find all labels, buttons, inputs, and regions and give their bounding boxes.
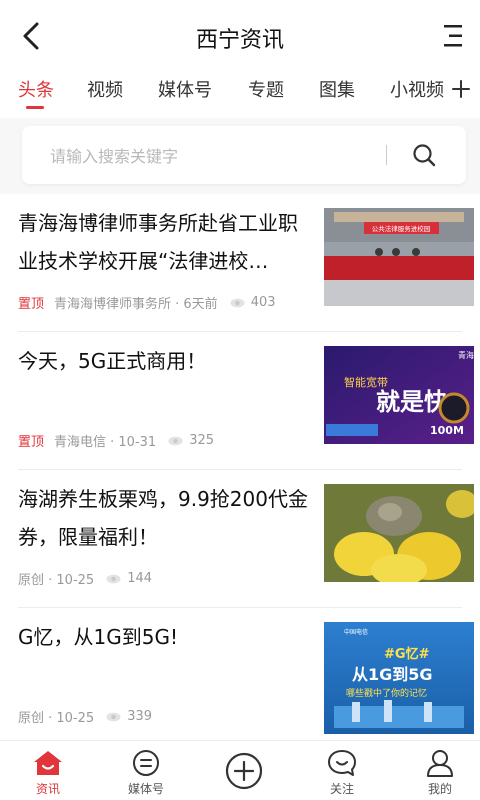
view-count: 339 (127, 709, 153, 724)
nav-news[interactable]: 资讯 (18, 749, 78, 797)
add-icon (225, 752, 263, 790)
search-input[interactable]: 请输入搜索关键字 (50, 143, 178, 167)
news-item[interactable]: 青海海博律师事务所赴省工业职业技术学校开展“法律进校… 置顶 青海海博律师事务所… (0, 194, 480, 332)
thumb-text-line1: 智能宽带 (344, 375, 388, 389)
news-thumbnail[interactable]: 智能宽带 就是快 100M 青海 (324, 346, 474, 444)
category-tabs: 头条 视频 媒体号 专题 图集 小视频 (0, 72, 480, 118)
nav-media[interactable]: 媒体号 (116, 749, 176, 797)
view-count: 144 (127, 571, 153, 586)
news-headline[interactable]: 今天，5G正式商用！ (18, 342, 310, 380)
thumb-text-tag: #G忆# (384, 646, 430, 662)
news-meta: 原创 · 10-25 144 (18, 569, 152, 588)
news-headline[interactable]: 海湖养生板栗鸡，9.9抢200代金券，限量福利！ (18, 480, 310, 556)
search-divider (386, 145, 387, 165)
thumb-sign-text: 公共法律服务进校园 (372, 224, 431, 233)
pinned-tag: 置顶 (18, 435, 45, 450)
nav-label: 媒体号 (127, 782, 164, 796)
tab-active-indicator (26, 106, 44, 109)
news-meta: 置顶 青海海博律师事务所 · 6天前 403 (18, 293, 276, 312)
news-headline[interactable]: G忆，从1G到5G! (18, 618, 310, 656)
news-item[interactable]: 今天，5G正式商用！ 置顶 青海电信 · 10-31 325 智能宽带 就是快 … (0, 332, 480, 470)
nav-label: 我的 (427, 782, 452, 796)
news-thumbnail[interactable] (324, 484, 474, 582)
nav-follow[interactable]: 关注 (312, 749, 372, 797)
page-title: 西宁资讯 (195, 28, 284, 53)
tab-topics[interactable]: 专题 (248, 76, 284, 102)
thumb-text-brand: 青海 (458, 350, 474, 360)
top-bar: 西宁资讯 (0, 0, 480, 72)
nav-label: 资讯 (35, 782, 60, 796)
news-thumbnail[interactable]: 公共法律服务进校园 (324, 208, 474, 306)
eye-icon (106, 712, 121, 721)
bottom-navigation: 资讯 媒体号 关注 我的 (0, 740, 480, 800)
news-item[interactable]: 海湖养生板栗鸡，9.9抢200代金券，限量福利！ 原创 · 10-25 144 (0, 470, 480, 608)
home-icon (34, 751, 62, 775)
menu-icon[interactable] (442, 22, 466, 50)
nav-add[interactable] (214, 749, 274, 791)
pinned-tag: 置顶 (18, 297, 45, 312)
thumb-text-sub: 哪些戳中了你的记忆 (346, 687, 427, 699)
eye-icon (230, 298, 245, 307)
tab-video[interactable]: 视频 (87, 76, 123, 102)
profile-icon (427, 750, 453, 777)
search-box[interactable]: 请输入搜索关键字 (22, 126, 466, 184)
search-icon[interactable] (410, 141, 438, 169)
nav-profile[interactable]: 我的 (410, 749, 470, 797)
news-source: 原创 · 10-25 (18, 711, 95, 726)
thumb-text-brand: 中国电信 (344, 628, 368, 636)
search-area: 请输入搜索关键字 (0, 118, 480, 194)
news-headline[interactable]: 青海海博律师事务所赴省工业职业技术学校开展“法律进校… (18, 204, 310, 280)
view-count: 325 (189, 433, 215, 448)
eye-icon (106, 574, 121, 583)
media-icon (133, 750, 159, 776)
news-meta: 置顶 青海电信 · 10-31 325 (18, 431, 214, 450)
nav-label: 关注 (329, 782, 354, 796)
news-source: 青海海博律师事务所 · 6天前 (54, 297, 218, 312)
news-meta: 原创 · 10-25 339 (18, 707, 152, 726)
news-source: 原创 · 10-25 (18, 573, 95, 588)
eye-icon (168, 436, 183, 445)
news-item[interactable]: G忆，从1G到5G! 原创 · 10-25 339 中国电信 #G忆# 从1G到… (0, 608, 480, 746)
follow-icon (328, 750, 356, 776)
news-thumbnail[interactable]: 中国电信 #G忆# 从1G到5G 哪些戳中了你的记忆 (324, 622, 474, 734)
view-count: 403 (250, 295, 276, 310)
thumb-text-title: 从1G到5G (352, 665, 433, 684)
tab-media[interactable]: 媒体号 (158, 76, 212, 102)
thumb-text-speed: 100M (430, 424, 464, 437)
add-channel-icon[interactable] (448, 74, 474, 104)
tab-gallery[interactable]: 图集 (319, 76, 355, 102)
news-source: 青海电信 · 10-31 (54, 435, 157, 450)
tab-headlines[interactable]: 头条 (18, 76, 54, 102)
thumb-text-line2: 就是快 (376, 388, 449, 416)
tab-short-video[interactable]: 小视频 (390, 76, 444, 102)
